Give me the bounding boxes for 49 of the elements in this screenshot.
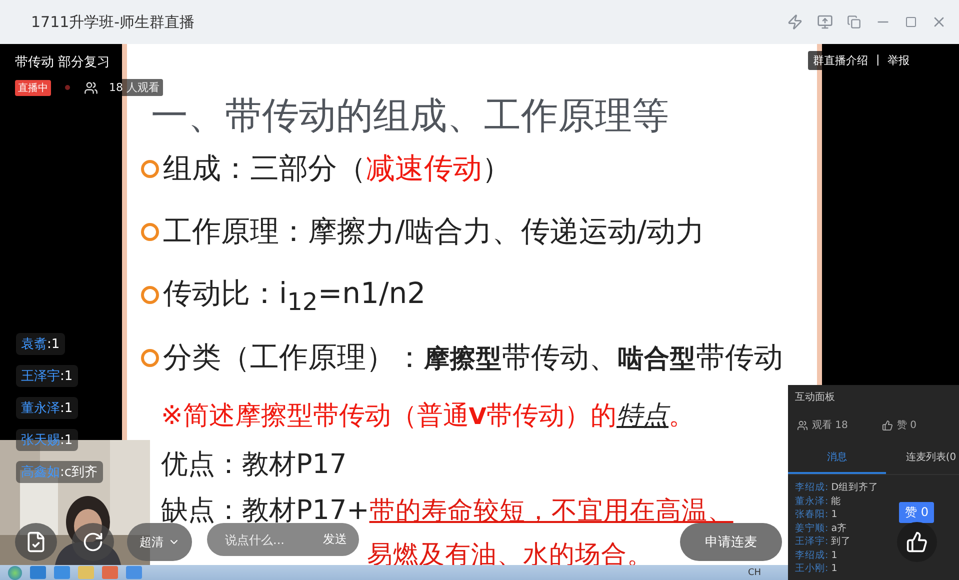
like-stat: 赞 0 xyxy=(896,419,916,432)
chat-message: 王泽宇:1 xyxy=(16,365,78,387)
panel-message: 王泽宇: 到了 xyxy=(795,536,852,548)
chat-message: 袁翥:1 xyxy=(16,333,65,355)
slide-line: 分类（工作原理）：摩擦型带传动、啮合型带传动 xyxy=(163,338,783,376)
window-title: 1711升学班-师生群直播 xyxy=(31,12,196,32)
panel-title: 互动面板 xyxy=(794,390,836,404)
document-check-icon xyxy=(25,531,47,553)
maximize-icon[interactable] xyxy=(905,16,917,28)
link-separator: | xyxy=(876,53,880,68)
slide-title: 一、带传动的组成、工作原理等 xyxy=(150,95,669,137)
mic-request-button[interactable]: 申请连麦 xyxy=(680,523,782,561)
chat-message: 董永泽:1 xyxy=(16,397,78,419)
slide-line: ※简述摩擦型带传动（普通V带传动）的特点。 xyxy=(161,400,695,432)
panel-tab[interactable]: 消息 xyxy=(788,444,886,474)
like-count-badge: 赞 0 xyxy=(899,502,934,523)
bullet-icon xyxy=(141,348,159,366)
thumbs-up-icon xyxy=(882,420,893,430)
bullet-icon xyxy=(141,222,159,240)
stream-title: 带传动 部分复习 xyxy=(15,54,112,71)
slide-line: 组成：三部分（减速传动） xyxy=(163,150,511,186)
slide-line: 优点：教材P17 xyxy=(161,448,347,482)
report-link[interactable]: 举报 xyxy=(888,53,910,68)
rotate-icon xyxy=(82,531,104,553)
copy-icon[interactable] xyxy=(847,15,861,29)
screen-share-icon[interactable] xyxy=(817,14,833,30)
panel-tab[interactable]: 连麦列表(0 xyxy=(886,444,959,474)
bullet-icon xyxy=(141,286,159,304)
panel-message: 王小刚: 1 xyxy=(795,563,838,576)
language-indicator[interactable]: CH xyxy=(748,568,761,578)
chat-message: 高鑫如:c到齐 xyxy=(16,461,103,483)
lightning-icon[interactable] xyxy=(787,14,803,30)
panel-message: 李绍成: 1 xyxy=(795,550,838,562)
users-icon xyxy=(797,420,808,430)
panel-message: 李绍成: D组到齐了 xyxy=(795,482,879,494)
intro-link[interactable]: 群直播介绍 xyxy=(813,53,868,68)
panel-message: 董永泽: 能 xyxy=(795,496,842,508)
panel-message: 姜宁顺: a齐 xyxy=(795,522,848,535)
viewer-stat: 观看 18 xyxy=(812,418,848,432)
live-badge: 直播中 xyxy=(15,80,51,96)
panel-message: 张春阳: 1 xyxy=(795,509,838,522)
bullet-icon xyxy=(141,160,159,178)
slide-line: 工作原理：摩擦力/啮合力、传递运动/动力 xyxy=(163,212,705,250)
start-icon[interactable] xyxy=(8,566,22,580)
comment-field[interactable]: 说点什么... 发送 xyxy=(207,523,359,556)
users-icon xyxy=(84,80,98,94)
thumbs-up-icon xyxy=(906,531,928,553)
slide-line: 传动比：i$_{12}$=n1/n2 xyxy=(163,274,426,316)
status-dot xyxy=(65,85,70,90)
